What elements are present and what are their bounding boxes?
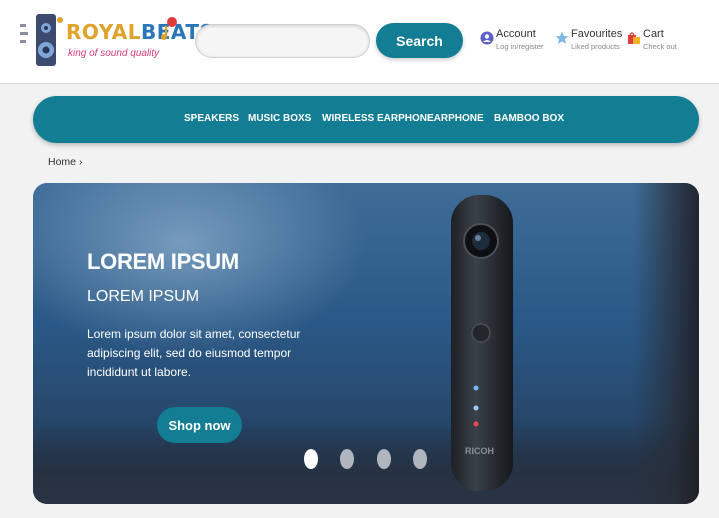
logo-title-part1: ROYAL (66, 20, 141, 44)
carousel-dot-3[interactable] (377, 449, 391, 469)
logo-tagline: king of sound quality (68, 48, 160, 59)
cart-title: Cart (643, 28, 664, 40)
logo[interactable]: ROYALBEATS king of sound quality (20, 10, 214, 72)
account-link[interactable]: Account Log in/register (480, 28, 550, 54)
shop-now-button[interactable]: Shop now (157, 407, 242, 443)
account-subtitle: Log in/register (496, 42, 544, 51)
cart-icon (628, 32, 640, 44)
carousel-dot-4[interactable] (413, 449, 427, 469)
nav-item-earphone[interactable]: EARPHONE (427, 113, 484, 124)
favourites-subtitle: Liked products (571, 42, 620, 51)
breadcrumb: Home › (48, 156, 82, 168)
hero-banner: RICOH LOREM IPSUM LOREM IPSUM Lorem ipsu… (33, 183, 699, 504)
hero-background-surface (33, 423, 699, 504)
favourites-link[interactable]: Favourites Liked products (555, 28, 625, 54)
favourites-title: Favourites (571, 28, 623, 40)
nav-item-bamboo-box[interactable]: BAMBOO BOX (494, 113, 564, 124)
main-nav: SPEAKERS MUSIC BOXS WIRELESS EARPHONE EA… (33, 96, 699, 143)
hero-subheading: LOREM IPSUM (87, 288, 200, 305)
cart-subtitle: Check out (643, 42, 677, 51)
product-brand-label: RICOH (465, 446, 494, 456)
site-header: ROYALBEATS king of sound quality Search … (0, 0, 719, 84)
hero-description: Lorem ipsum dolor sit amet, consectetur … (87, 327, 301, 379)
cart-link[interactable]: Cart Check out (627, 28, 697, 54)
hero-heading: LOREM IPSUM (87, 249, 239, 274)
breadcrumb-separator: › (78, 156, 83, 168)
speaker-logo-icon (20, 14, 63, 66)
music-note-icon (161, 17, 177, 40)
breadcrumb-home[interactable]: Home (48, 156, 76, 168)
carousel-dot-1[interactable] (304, 449, 318, 469)
nav-item-wireless-earphone[interactable]: WIRELESS EARPHONE (322, 113, 434, 124)
star-icon (555, 31, 569, 44)
nav-item-music-boxs[interactable]: MUSIC BOXS (248, 113, 311, 124)
carousel-dot-2[interactable] (340, 449, 354, 469)
search-input[interactable] (195, 24, 370, 58)
nav-item-speakers[interactable]: SPEAKERS (184, 113, 239, 124)
hero-background-blur (633, 183, 699, 504)
logo-title: ROYALBEATS (66, 20, 214, 44)
account-title: Account (496, 28, 536, 40)
search-button[interactable]: Search (376, 23, 463, 58)
account-icon (480, 31, 494, 45)
